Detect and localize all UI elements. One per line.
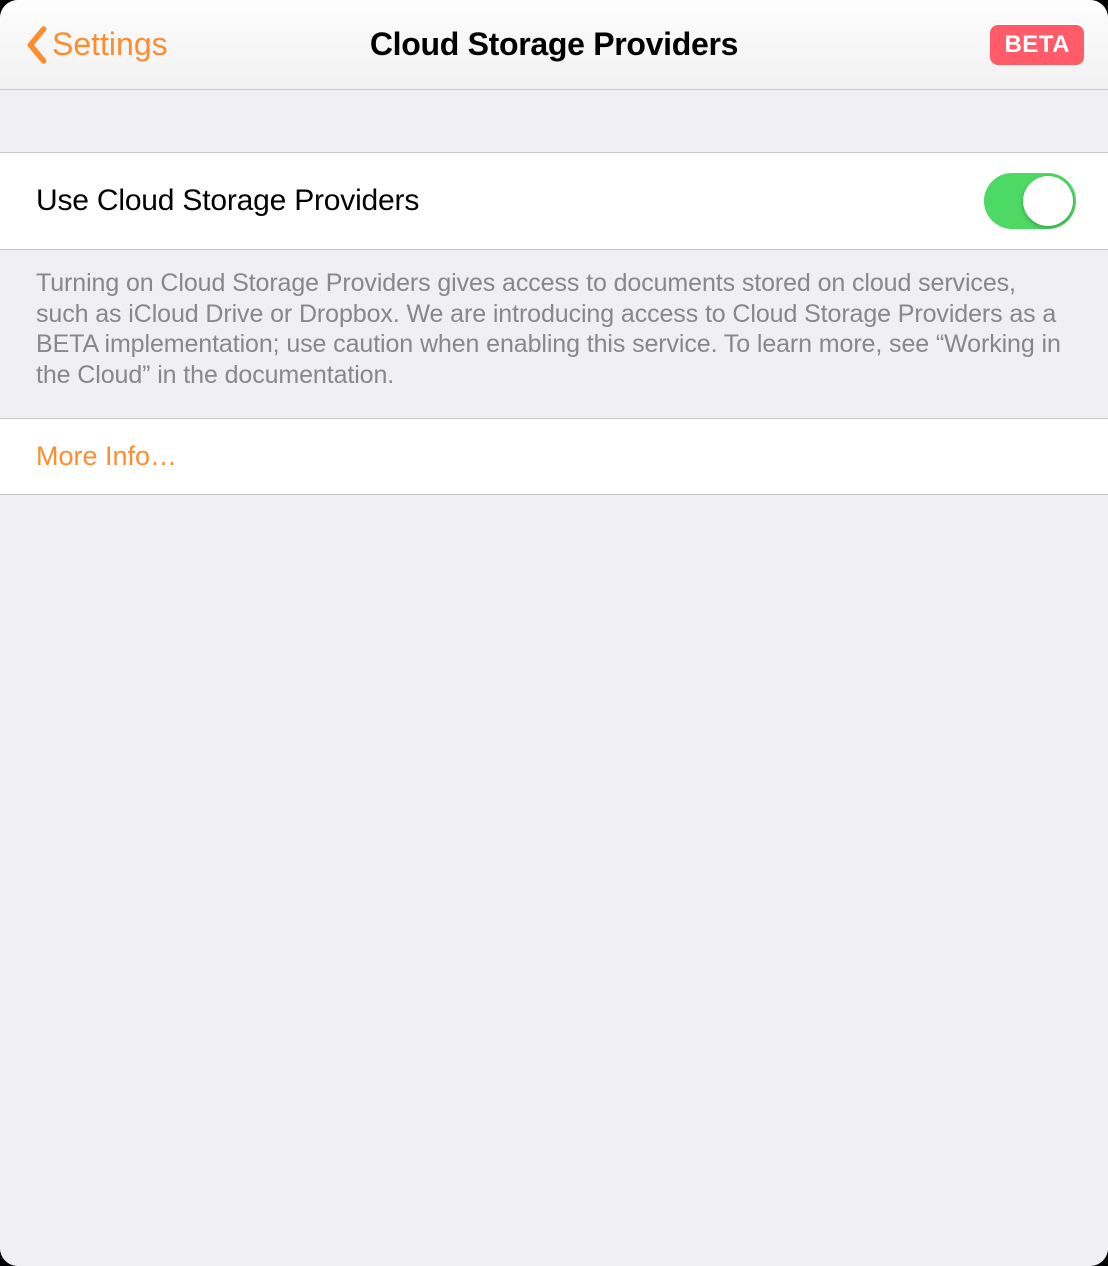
cloud-storage-description: Turning on Cloud Storage Providers gives… [0,250,1108,418]
settings-window: Settings Cloud Storage Providers BETA Us… [0,0,1108,1266]
back-button[interactable]: Settings [24,25,168,65]
more-info-button[interactable]: More Info… [0,418,1108,495]
chevron-left-icon [24,25,50,65]
use-cloud-storage-label: Use Cloud Storage Providers [36,184,419,218]
back-button-label: Settings [52,26,168,63]
use-cloud-storage-row: Use Cloud Storage Providers [0,152,1108,250]
section-spacer [0,90,1108,152]
use-cloud-storage-toggle[interactable] [984,173,1076,229]
page-title: Cloud Storage Providers [370,26,738,63]
content-area: Use Cloud Storage Providers Turning on C… [0,90,1108,1266]
more-info-label: More Info… [36,441,177,471]
beta-badge: BETA [990,25,1084,65]
header-bar: Settings Cloud Storage Providers BETA [0,0,1108,90]
switch-knob [1023,176,1073,226]
